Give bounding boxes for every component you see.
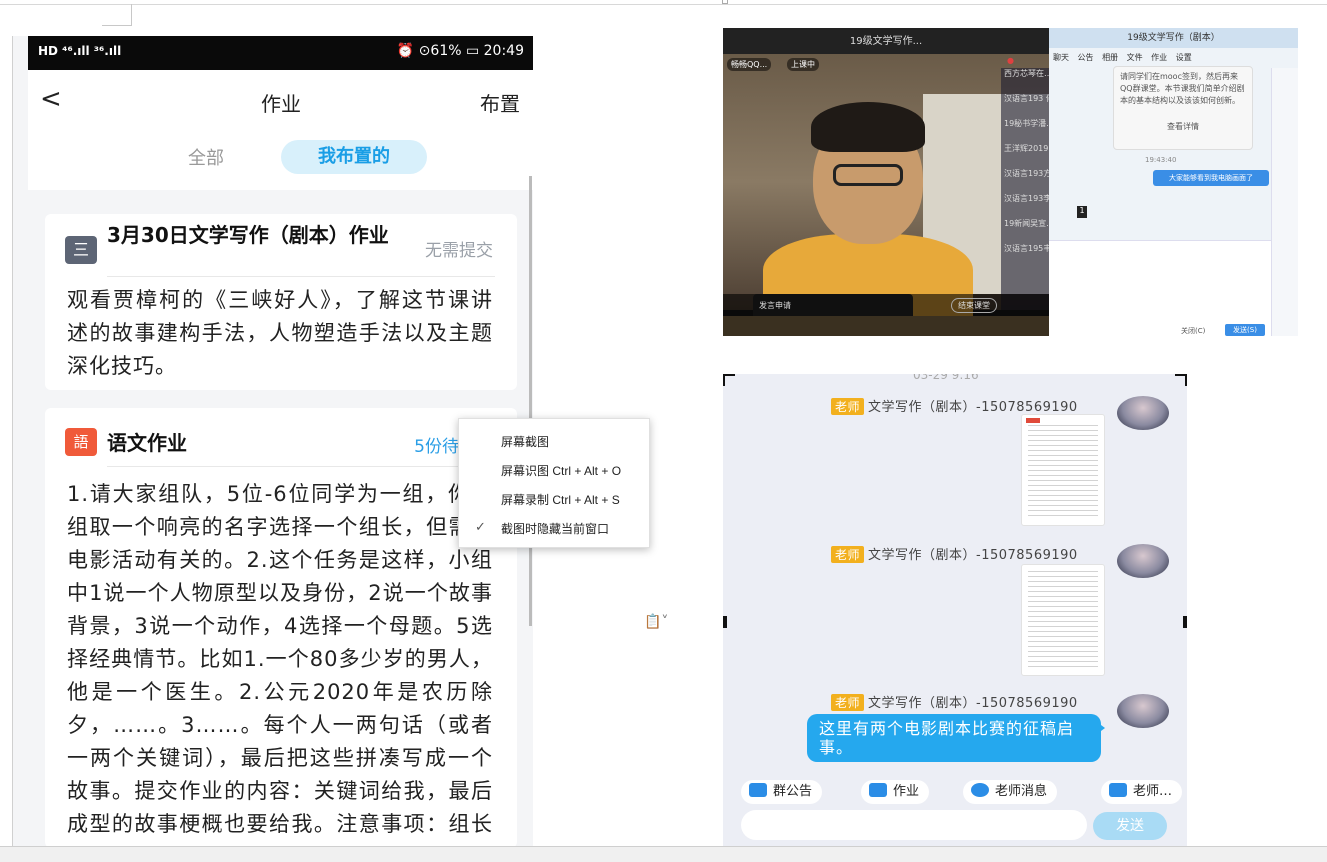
message-header: 老师 文学写作（剧本）-15078569190 — [831, 692, 1078, 711]
message-header: 老师 文学写作（剧本）-15078569190 — [831, 396, 1078, 415]
quick-homework[interactable]: 作业 — [861, 780, 930, 804]
assign-button[interactable]: 布置 — [480, 88, 520, 117]
video-user-badge: 畅畅QQ... — [727, 58, 772, 71]
member-item[interactable]: 汉语言193方… — [1001, 168, 1049, 179]
quick-group-notice[interactable]: 群公告 — [741, 780, 823, 804]
quick-teacher-more[interactable]: 老师… — [1101, 780, 1183, 804]
document-margin-marker — [102, 4, 132, 26]
chat-member-sidebar — [1271, 68, 1298, 336]
homework-description: 1.请大家组队，5位-6位同学为一组，你们组取一个响亮的名字选择一个组长，但需与… — [67, 482, 493, 846]
sender-name: 文学写作（剧本）-15078569190 — [868, 696, 1078, 711]
chat-bubble: 这里有两个电影剧本比赛的征稿启事。 — [807, 714, 1101, 762]
crop-handle[interactable] — [723, 616, 727, 628]
group-chat-panel: 19级文学写作（剧本） 聊天 公告 相册 文件 作业 设置 请同学们在mooc签… — [1049, 28, 1298, 336]
chat-message-text: 请同学们在mooc签到，然后再来QQ群课堂。本节课我们简单介绍剧本的基本结构以及… — [1120, 72, 1245, 105]
battery-clock: ⏰ ⊙61% ▭ 20:49 — [396, 43, 524, 59]
send-button[interactable]: 发送(S) — [1225, 324, 1265, 336]
chat-tabs[interactable]: 聊天 公告 相册 文件 作业 设置 — [1053, 52, 1192, 63]
video-background-strip — [723, 316, 1049, 336]
chat-message: 请同学们在mooc签到，然后再来QQ群课堂。本节课我们简单介绍剧本的基本结构以及… — [1113, 66, 1253, 150]
document-top-border — [0, 4, 1327, 5]
phone-status-bar: HD ⁴⁶.ıll ³⁶.ıll ⏰ ⊙61% ▭ 20:49 — [28, 36, 533, 70]
view-details-link[interactable]: 查看详情 — [1120, 121, 1246, 133]
megaphone-icon — [749, 783, 767, 797]
send-button[interactable]: 发送 — [1093, 812, 1167, 840]
unread-badge: 1 — [1077, 206, 1087, 218]
menu-item-screenshot[interactable]: 屏幕截图 — [501, 433, 549, 450]
paste-options-icon[interactable]: 📋˅ — [644, 614, 668, 630]
homework-title: 3月30日文学写作（剧本）作业 — [107, 223, 389, 247]
member-item[interactable]: 汉语言193李… — [1001, 193, 1049, 204]
chat-timestamp: 03-29 9:16 — [913, 374, 979, 382]
avatar[interactable] — [1117, 694, 1169, 728]
member-item[interactable]: 汉语言193 何… — [1001, 93, 1049, 104]
status-bar — [0, 846, 1327, 862]
member-list: ● 西方芯琴在… 汉语言193 何… 19秘书学潘… 王洋辉2019… 汉语言1… — [1001, 56, 1049, 310]
member-item[interactable]: 19秘书学潘… — [1001, 118, 1049, 129]
crop-handle[interactable] — [1183, 616, 1187, 628]
homework-card[interactable]: 三 3月30日文学写作（剧本）作业 无需提交 观看贾樟柯的《三峡好人》，了解这节… — [45, 214, 517, 390]
document-icon — [869, 783, 887, 797]
screenshot-context-menu: 屏幕截图 屏幕识图 Ctrl + Alt + O 屏幕录制 Ctrl + Alt… — [458, 418, 650, 548]
message-header: 老师 文学写作（剧本）-15078569190 — [831, 544, 1078, 563]
phone-screenshot[interactable]: HD ⁴⁶.ıll ³⁶.ıll ⏰ ⊙61% ▭ 20:49 < 作业 布置 … — [12, 36, 533, 846]
apply-speak-button[interactable]: 发言申请 — [759, 300, 791, 311]
tab-all[interactable]: 全部 — [188, 144, 224, 170]
homework-title: 语文作业 — [107, 431, 187, 455]
signal-indicators: HD ⁴⁶.ıll ³⁶.ıll — [38, 44, 122, 58]
tab-mine[interactable]: 我布置的 — [281, 140, 427, 174]
sender-name: 文学写作（剧本）-15078569190 — [868, 548, 1078, 563]
menu-item-hide-window[interactable]: 截图时隐藏当前窗口 — [501, 520, 609, 537]
member-item[interactable]: 19新闻吴宣… — [1001, 218, 1049, 229]
close-button[interactable]: 关闭(C) — [1181, 326, 1205, 336]
quick-teacher-message[interactable]: 老师消息 — [963, 780, 1058, 804]
live-class-screenshot[interactable]: 19级文学写作... 畅畅QQ... 上课中 ● 西方芯琴在… 汉语言193 何… — [723, 28, 1298, 336]
teacher-icon — [971, 783, 989, 797]
member-item[interactable]: 汉语言195韦… — [1001, 243, 1049, 254]
menu-item-ocr[interactable]: 屏幕识图 Ctrl + Alt + O — [501, 462, 621, 479]
menu-item-record[interactable]: 屏幕录制 Ctrl + Alt + S — [501, 491, 620, 508]
teacher-badge: 老师 — [831, 398, 865, 415]
avatar[interactable] — [1117, 396, 1169, 430]
member-item[interactable]: 王洋辉2019… — [1001, 143, 1049, 154]
homework-card[interactable]: 語 语文作业 5份待批改 1.请大家组队，5位-6位同学为一组，你们组取一个响亮… — [45, 408, 517, 846]
end-class-button[interactable]: 结束课堂 — [951, 298, 997, 313]
chat-title: 19级文学写作（剧本） — [1049, 28, 1298, 48]
scrollbar[interactable] — [529, 176, 532, 626]
teacher-badge: 老师 — [831, 694, 865, 711]
chat-reply: 大家能够看到我电脑画面了 — [1153, 170, 1269, 186]
image-attachment[interactable] — [1021, 414, 1105, 526]
teacher-badge: 老师 — [831, 546, 865, 563]
message-input[interactable] — [741, 810, 1087, 840]
users-icon — [1109, 783, 1127, 797]
chat-input[interactable] — [1049, 240, 1271, 336]
video-status-badge: 上课中 — [787, 58, 819, 71]
member-item[interactable]: 西方芯琴在… — [1001, 68, 1049, 79]
check-icon: ✓ — [475, 520, 486, 535]
sender-name: 文学写作（剧本）-15078569190 — [868, 400, 1078, 415]
chinese-subject-icon: 語 — [65, 428, 97, 456]
document-anchor-marker — [722, 0, 728, 4]
chat-timestamp: 19:43:40 — [1145, 156, 1177, 164]
phone-nav-bar: < 作业 布置 — [28, 70, 533, 128]
document-icon: 三 — [65, 236, 97, 264]
homework-tabs: 全部 我布置的 — [28, 128, 533, 190]
homework-description: 观看贾樟柯的《三峡好人》，了解这节课讲述的故事建构手法，人物塑造手法以及主题深化… — [67, 288, 493, 378]
qq-chat-screenshot[interactable]: 03-29 9:16 老师 文学写作（剧本）-15078569190 老师 文学写作… — [723, 374, 1187, 846]
avatar[interactable] — [1117, 544, 1169, 578]
homework-status: 无需提交 — [425, 241, 493, 261]
document-page: HD ⁴⁶.ıll ³⁶.ıll ⏰ ⊙61% ▭ 20:49 < 作业 布置 … — [0, 0, 1327, 846]
video-controls: 发言申请 结束课堂 — [723, 294, 1049, 316]
video-window-title: 19级文学写作... — [723, 28, 1049, 54]
card-divider — [107, 276, 495, 277]
card-divider — [107, 466, 495, 467]
page-title: 作业 — [261, 92, 301, 116]
image-attachment[interactable] — [1021, 564, 1105, 676]
